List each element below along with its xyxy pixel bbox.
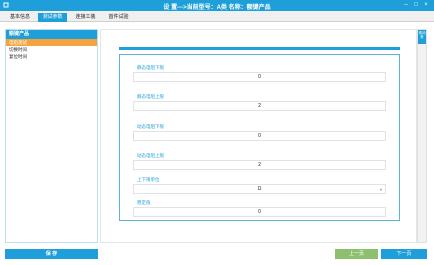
dynamic-resistance-min-label: 动态电阻下限 [137,124,164,129]
vertical-scrollbar[interactable]: 滚动条 [417,29,427,243]
stable-value-label: 稳定值 [137,200,151,205]
tab-bar: 基本信息 测试参数 连接工装 首件试验 [0,11,434,22]
section-header-bar [119,47,400,50]
title-bar: 设 置--->当前型号：A类 名称：额键产品 – □ × [0,0,434,11]
limit-unit-select[interactable]: Ω ▾ [133,184,386,194]
dynamic-resistance-max-label: 动态电阻上限 [137,153,164,158]
sidebar: 额键产品 电阻测试 切换时间 复位时间 [5,29,98,243]
tab-test-params[interactable]: 测试参数 [38,13,67,22]
static-resistance-min-label: 静态电阻下限 [137,65,164,70]
main-content: 静态电阻下限 0 静态电阻上限 2 动态电阻下限 0 动态电阻上限 2 上下限单… [100,29,417,243]
stable-value-input[interactable]: 0 [133,207,386,217]
save-button[interactable]: 保 存 [5,249,98,259]
previous-page-button[interactable]: 上一页 [335,249,378,259]
window-title: 设 置--->当前型号：A类 名称：额键产品 [163,5,271,11]
limit-unit-label: 上下限单位 [137,177,160,182]
static-resistance-max-input[interactable]: 2 [133,101,386,111]
footer-bar: 保 存 上一页 下一页 [0,247,434,265]
limit-unit-value: Ω [257,186,262,192]
chevron-down-icon[interactable]: ▾ [380,185,382,194]
tab-connect-fixture[interactable]: 连接工装 [71,13,100,22]
close-icon[interactable]: × [422,2,430,8]
dynamic-resistance-max-input[interactable]: 2 [133,160,386,170]
sidebar-header: 额键产品 [6,30,97,39]
next-page-button[interactable]: 下一页 [381,249,427,259]
maximize-icon[interactable]: □ [412,2,420,8]
sidebar-item-switch-time[interactable]: 切换时间 [6,46,97,53]
parameter-panel: 静态电阻下限 0 静态电阻上限 2 动态电阻下限 0 动态电阻上限 2 上下限单… [119,54,400,221]
dynamic-resistance-min-input[interactable]: 0 [133,131,386,141]
tab-first-article[interactable]: 首件试验 [104,13,133,22]
scrollbar-thumb[interactable]: 滚动条 [418,30,426,44]
minimize-icon[interactable]: – [402,2,410,8]
sidebar-item-reset-time[interactable]: 复位时间 [6,53,97,60]
sidebar-item-resistance-test[interactable]: 电阻测试 [6,39,97,46]
static-resistance-min-input[interactable]: 0 [133,72,386,82]
static-resistance-max-label: 静态电阻上限 [137,94,164,99]
tab-basic-info[interactable]: 基本信息 [6,13,34,22]
